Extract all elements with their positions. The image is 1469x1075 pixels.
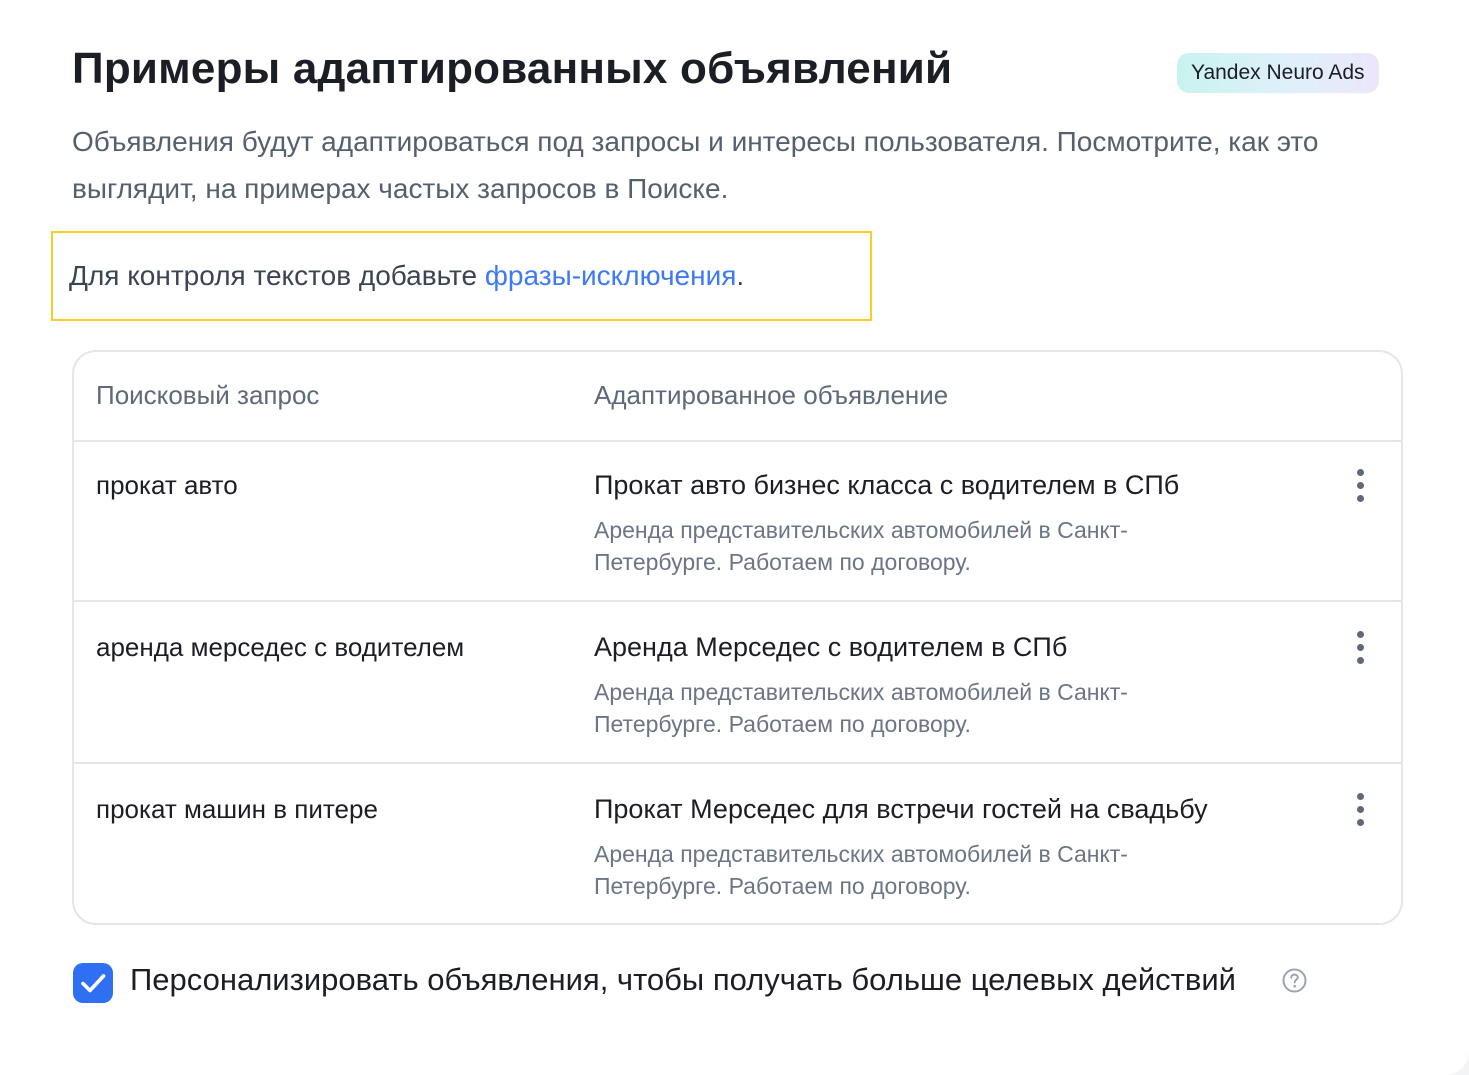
table-row: аренда мерседес с водителем Аренда Мерсе… (74, 602, 1401, 764)
page-title: Примеры адаптированных объявлений (72, 44, 953, 93)
personalize-label[interactable]: Персонализировать объявления, чтобы полу… (130, 962, 1236, 998)
ad-text: Аренда представительских автомобилей в С… (594, 841, 1128, 899)
ads-examples-card: Примеры адаптированных объявлений Yandex… (0, 0, 1469, 1075)
ad-title: Аренда Мерседес с водителем в СПб (594, 632, 1068, 662)
ad-text: Аренда представительских автомобилей в С… (594, 679, 1128, 737)
ad-title: Прокат Мерседес для встречи гостей на св… (594, 794, 1208, 824)
more-vertical-icon[interactable] (1344, 466, 1378, 506)
ad-text: Аренда представительских автомобилей в С… (594, 517, 1128, 575)
exclusion-phrases-notice: Для контроля текстов добавьте фразы-искл… (51, 231, 872, 321)
personalize-checkbox[interactable] (73, 963, 113, 1003)
exclusion-phrases-link[interactable]: фразы-исключения (485, 260, 737, 291)
column-header-query: Поисковый запрос (96, 380, 320, 410)
table-header: Поисковый запрос Адаптированное объявлен… (74, 352, 1401, 442)
page-subtitle: Объявления будут адаптироваться под запр… (72, 126, 1319, 204)
search-query: прокат авто (96, 470, 238, 500)
neuro-ads-badge: Yandex Neuro Ads (1177, 53, 1379, 93)
table-row: прокат машин в питере Прокат Мерседес дл… (74, 764, 1401, 923)
checkmark-icon (81, 974, 106, 993)
column-header-ad: Адаптированное объявление (594, 380, 949, 410)
more-vertical-icon[interactable] (1344, 790, 1378, 830)
search-query: аренда мерседес с водителем (96, 632, 465, 662)
ads-examples-table: Поисковый запрос Адаптированное объявлен… (72, 350, 1403, 925)
ad-title: Прокат авто бизнес класса с водителем в … (594, 470, 1180, 500)
notice-text: Для контроля текстов добавьте (69, 260, 485, 291)
table-row: прокат авто Прокат авто бизнес класса с … (74, 440, 1401, 602)
notice-period: . (736, 260, 745, 291)
question-circle-icon[interactable] (1282, 968, 1307, 993)
search-query: прокат машин в питере (96, 794, 378, 824)
more-vertical-icon[interactable] (1344, 628, 1378, 668)
